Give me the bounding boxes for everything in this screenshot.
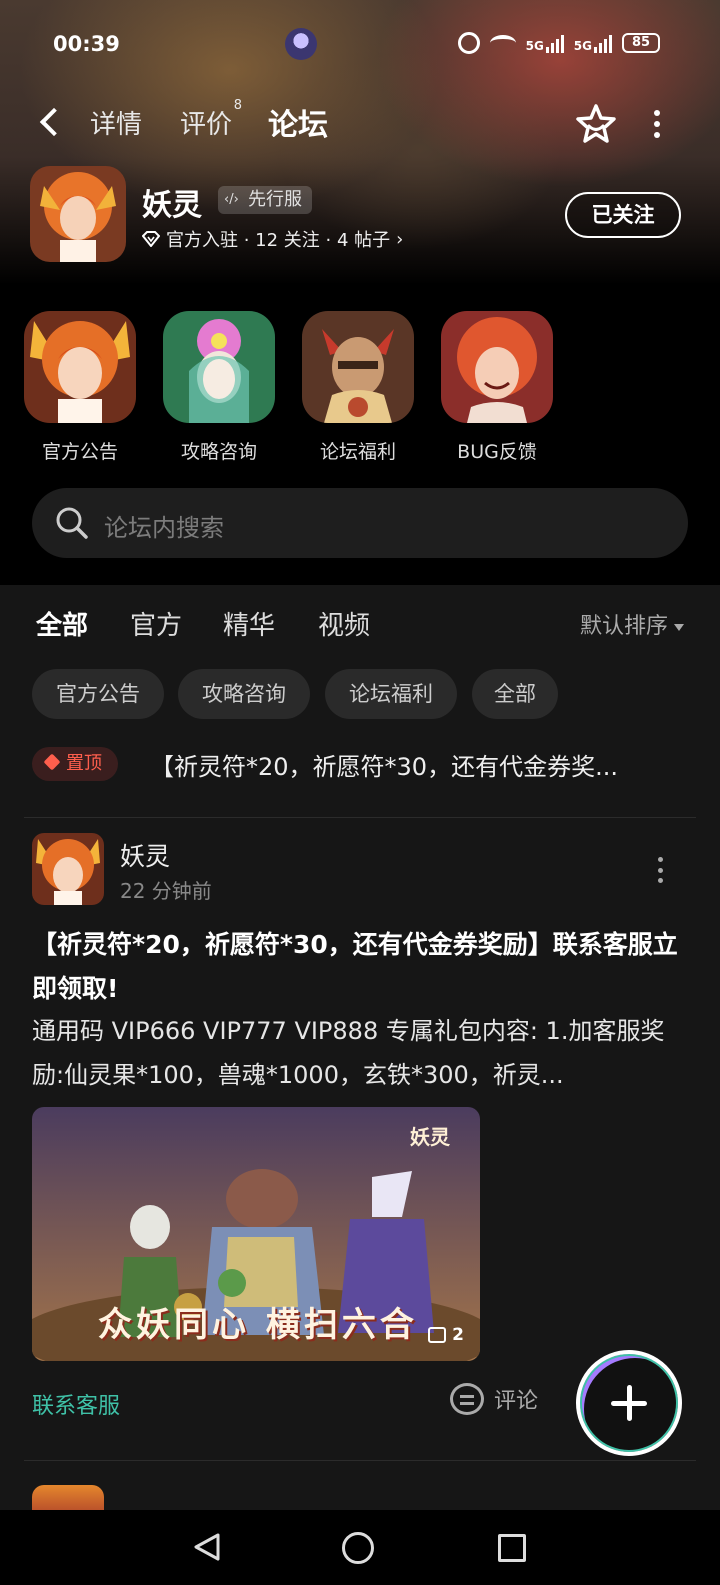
category-welfare[interactable]: 论坛福利 bbox=[302, 311, 414, 464]
network-label-1: 5G bbox=[525, 39, 544, 53]
status-bar: 00:39 5G 5G 85 bbox=[0, 26, 720, 66]
contact-service-link[interactable]: 联系客服 bbox=[32, 1388, 120, 1420]
forum-feed: 全部 官方 精华 视频 默认排序 官方公告 攻略咨询 论坛福利 全部 置顶 【祈… bbox=[0, 585, 720, 1515]
game-name: 妖灵 bbox=[142, 188, 202, 223]
chip-announcements[interactable]: 官方公告 bbox=[32, 669, 164, 719]
feed-tabs: 全部 官方 精华 视频 默认排序 bbox=[0, 605, 720, 655]
flower-fairy-art-icon bbox=[163, 311, 275, 423]
chip-welfare[interactable]: 论坛福利 bbox=[325, 669, 457, 719]
game-header: 00:39 5G 5G 85 详情 评价 8 论坛 妖灵 ‹/› 先行服 官方入… bbox=[0, 0, 720, 285]
forum-categories: 官方公告 攻略咨询 论坛福利 BUG反馈 论坛内搜索 bbox=[0, 285, 720, 585]
battery-icon: 85 bbox=[622, 33, 660, 53]
beta-server-badge: 先行服 bbox=[218, 186, 312, 214]
fire-fox-girl-art-icon bbox=[24, 311, 136, 423]
category-label: 官方公告 bbox=[41, 441, 118, 463]
tab-detail[interactable]: 详情 bbox=[90, 104, 142, 141]
image-count-badge: 2 bbox=[422, 1321, 470, 1349]
pinned-post-title: 【祈灵符*20，祈愿符*30，还有代金券奖... bbox=[150, 753, 618, 781]
system-recents-icon[interactable] bbox=[498, 1534, 526, 1562]
system-back-icon[interactable] bbox=[192, 1532, 222, 1562]
post-body: 通用码 VIP666 VIP777 VIP888 专属礼包内容: 1.加客服奖励… bbox=[32, 1017, 665, 1089]
more-options-icon[interactable] bbox=[650, 110, 664, 138]
search-icon bbox=[56, 507, 88, 539]
follow-button[interactable]: 已关注 bbox=[565, 192, 681, 238]
category-announcements[interactable]: 官方公告 bbox=[24, 311, 136, 464]
chip-guides[interactable]: 攻略咨询 bbox=[178, 669, 310, 719]
favorite-star-icon[interactable] bbox=[574, 102, 618, 146]
divider bbox=[24, 817, 696, 818]
back-arrow-icon[interactable] bbox=[38, 108, 64, 134]
tab-featured[interactable]: 精华 bbox=[223, 605, 275, 642]
forum-search-bar[interactable]: 论坛内搜索 bbox=[32, 488, 688, 558]
game-icon[interactable] bbox=[30, 166, 126, 262]
image-logo: 妖灵 bbox=[410, 1125, 450, 1149]
comment-label: 评论 bbox=[494, 1389, 539, 1414]
post-author[interactable]: 妖灵 bbox=[120, 837, 170, 873]
tab-all[interactable]: 全部 bbox=[36, 605, 89, 642]
status-time: 00:39 bbox=[53, 32, 120, 56]
game-meta-link[interactable]: 官方入驻 · 12 关注 · 4 帖子 › bbox=[142, 226, 403, 252]
game-meta-text: 官方入驻 · 12 关注 · 4 帖子 bbox=[166, 230, 391, 251]
diamond-icon bbox=[142, 231, 160, 247]
category-bug-report[interactable]: BUG反馈 bbox=[441, 311, 553, 464]
review-count-badge: 8 bbox=[233, 98, 243, 113]
divider bbox=[24, 1460, 696, 1461]
post-image[interactable]: 妖灵 众妖同心 横扫六合 2 bbox=[32, 1107, 480, 1361]
filter-chips: 官方公告 攻略咨询 论坛福利 全部 bbox=[32, 669, 692, 719]
tab-video[interactable]: 视频 bbox=[318, 605, 370, 642]
create-post-fab[interactable] bbox=[576, 1350, 682, 1456]
tab-review-label: 评价 bbox=[180, 110, 233, 140]
sort-dropdown[interactable]: 默认排序 bbox=[580, 608, 684, 640]
alarm-icon bbox=[457, 32, 480, 54]
tab-review[interactable]: 评价 8 bbox=[180, 98, 242, 141]
image-caption: 众妖同心 横扫六合 bbox=[98, 1305, 418, 1345]
top-nav: 详情 评价 8 论坛 bbox=[0, 96, 720, 152]
red-hair-girl-art-icon bbox=[441, 311, 553, 423]
pinned-post[interactable]: 置顶 【祈灵符*20，祈愿符*30，还有代金券奖... bbox=[32, 747, 688, 783]
status-icons: 5G 5G 85 bbox=[457, 32, 660, 54]
image-count: 2 bbox=[452, 1325, 464, 1345]
tab-official[interactable]: 官方 bbox=[130, 605, 182, 642]
comment-button[interactable]: 评论 bbox=[450, 1383, 538, 1415]
comment-icon bbox=[450, 1383, 484, 1415]
notification-avatar-icon bbox=[285, 28, 317, 60]
signal-icon-2: 5G bbox=[574, 33, 612, 53]
signal-icon-1: 5G bbox=[526, 33, 564, 53]
system-home-icon[interactable] bbox=[342, 1532, 374, 1564]
tab-forum[interactable]: 论坛 bbox=[268, 100, 328, 144]
chevron-right-icon: › bbox=[396, 228, 404, 250]
game-info: 妖灵 先行服 官方入驻 · 12 关注 · 4 帖子 › 已关注 bbox=[0, 166, 720, 266]
network-label-2: 5G bbox=[573, 39, 592, 53]
category-label: BUG反馈 bbox=[457, 441, 537, 463]
demon-warrior-art-icon bbox=[302, 311, 414, 423]
wifi-icon bbox=[489, 35, 516, 51]
category-guides[interactable]: 攻略咨询 bbox=[163, 311, 275, 464]
category-label: 论坛福利 bbox=[319, 441, 396, 463]
author-avatar[interactable] bbox=[32, 833, 104, 905]
pin-badge: 置顶 bbox=[32, 747, 118, 781]
post-time: 22 分钟前 bbox=[120, 879, 212, 903]
search-input[interactable]: 论坛内搜索 bbox=[104, 508, 224, 543]
post-title: 【祈灵符*20，祈愿符*30，还有代金券奖励】联系客服立即领取! bbox=[32, 930, 678, 1003]
category-label: 攻略咨询 bbox=[180, 441, 257, 463]
system-navigation-bar bbox=[0, 1510, 720, 1585]
chip-all[interactable]: 全部 bbox=[472, 669, 558, 719]
image-icon bbox=[428, 1327, 447, 1343]
post-more-icon[interactable] bbox=[656, 857, 664, 883]
